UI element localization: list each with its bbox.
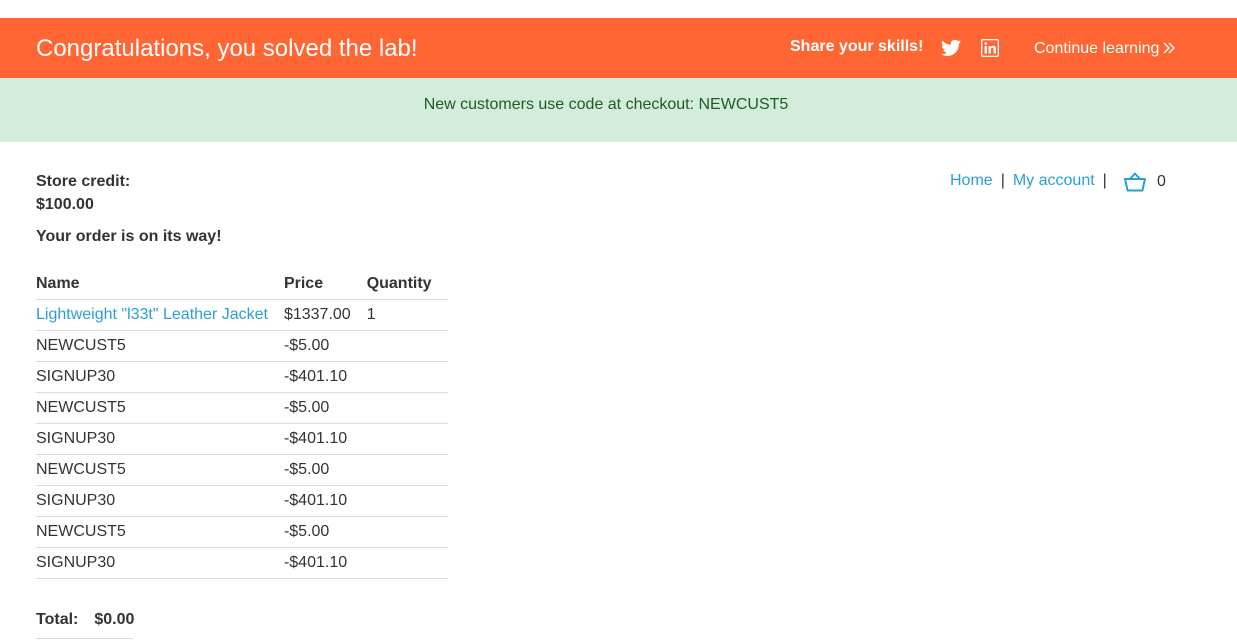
coupon-code-cell: SIGNUP30 <box>36 361 284 393</box>
coupon-code-cell: NEWCUST5 <box>36 454 284 486</box>
linkedin-icon[interactable] <box>981 39 999 57</box>
coupon-code-cell: SIGNUP30 <box>36 547 284 579</box>
share-skills-label: Share your skills! <box>790 38 924 55</box>
price-cell: -$5.00 <box>283 516 367 548</box>
table-row: NEWCUST5 -$5.00 <box>36 330 448 362</box>
total-label: Total: <box>36 611 79 628</box>
continue-learning-label: Continue learning <box>1034 40 1160 57</box>
price-cell: -$5.00 <box>283 330 367 362</box>
price-cell: -$401.10 <box>283 547 367 579</box>
double-chevron-right-icon <box>1163 42 1176 54</box>
quantity-cell <box>366 454 448 486</box>
coupon-code-cell: NEWCUST5 <box>36 516 284 548</box>
column-header-price: Price <box>283 268 367 300</box>
order-items-table: Name Price Quantity Lightweight "l33t" L… <box>36 268 448 579</box>
cart-count: 0 <box>1157 173 1166 190</box>
price-cell: -$401.10 <box>283 485 367 517</box>
table-row: NEWCUST5 -$5.00 <box>36 454 448 486</box>
coupon-code-cell: NEWCUST5 <box>36 330 284 362</box>
new-customer-notice: New customers use code at checkout: NEWC… <box>0 78 1237 142</box>
lab-solved-banner: Congratulations, you solved the lab! Sha… <box>0 18 1237 78</box>
table-row: NEWCUST5 -$5.00 <box>36 392 448 424</box>
total-value: $0.00 <box>94 611 135 628</box>
product-name-cell: Lightweight "l33t" Leather Jacket <box>36 299 284 331</box>
nav-separator: | <box>1000 172 1005 189</box>
coupon-code-cell: SIGNUP30 <box>36 423 284 455</box>
continue-learning-link[interactable]: Continue learning <box>1034 40 1176 58</box>
price-cell: -$401.10 <box>283 423 367 455</box>
price-cell: -$401.10 <box>283 361 367 393</box>
table-row: SIGNUP30 -$401.10 <box>36 547 448 579</box>
column-header-quantity: Quantity <box>366 268 448 300</box>
header-nav: Home | My account | <box>950 172 1115 192</box>
table-row: SIGNUP30 -$401.10 <box>36 485 448 517</box>
table-row: SIGNUP30 -$401.10 <box>36 423 448 455</box>
table-row: NEWCUST5 -$5.00 <box>36 516 448 548</box>
quantity-cell <box>366 516 448 548</box>
quantity-cell <box>366 485 448 517</box>
price-cell: $1337.00 <box>283 299 367 331</box>
column-header-name: Name <box>36 268 284 300</box>
quantity-cell <box>366 423 448 455</box>
quantity-cell <box>366 547 448 579</box>
order-status-message: Your order is on its way! <box>36 228 222 245</box>
table-header-row: Name Price Quantity <box>36 268 448 300</box>
quantity-cell <box>366 330 448 362</box>
quantity-cell <box>366 392 448 424</box>
table-row: Lightweight "l33t" Leather Jacket $1337.… <box>36 299 448 331</box>
store-credit-value: $100.00 <box>36 196 94 213</box>
top-strip <box>0 0 1237 18</box>
my-account-link[interactable]: My account <box>1013 172 1095 189</box>
banner-title: Congratulations, you solved the lab! <box>36 35 418 62</box>
order-total: Total: $0.00 <box>36 610 135 639</box>
product-link[interactable]: Lightweight "l33t" Leather Jacket <box>36 306 268 323</box>
coupon-code-cell: SIGNUP30 <box>36 485 284 517</box>
price-cell: -$5.00 <box>283 454 367 486</box>
cart-basket-icon[interactable] <box>1123 171 1147 193</box>
price-cell: -$5.00 <box>283 392 367 424</box>
home-link[interactable]: Home <box>950 172 993 189</box>
quantity-cell <box>366 361 448 393</box>
nav-separator: | <box>1102 172 1107 189</box>
coupon-code-cell: NEWCUST5 <box>36 392 284 424</box>
table-row: SIGNUP30 -$401.10 <box>36 361 448 393</box>
store-credit-label: Store credit: <box>36 173 131 190</box>
notice-text: New customers use code at checkout: NEWC… <box>423 96 789 113</box>
twitter-icon[interactable] <box>941 39 961 57</box>
quantity-cell: 1 <box>366 299 448 331</box>
